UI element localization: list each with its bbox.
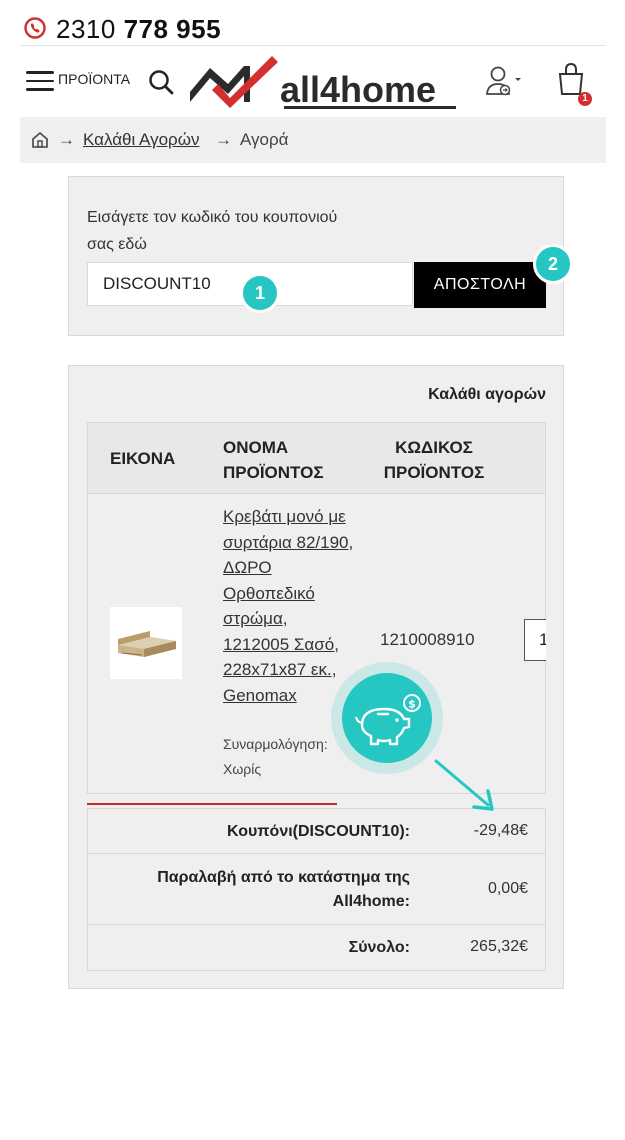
total-label: Παραλαβή από το κατάστημα της All4home: bbox=[157, 869, 410, 910]
piggy-bank-icon: $ bbox=[342, 673, 432, 763]
total-value: 0,00€ bbox=[487, 880, 528, 897]
total-label: Κουπόνι(DISCOUNT10): bbox=[227, 823, 410, 840]
phone-bar: 2310 778 955 bbox=[20, 13, 606, 46]
attr-value: Χωρίς bbox=[223, 761, 262, 777]
cart-table: ΕΙΚΟΝΑ ΟΝΟΜΑ ΠΡΟΪΟΝΤΟΣ ΚΩΔΙΚΟΣ ΠΡΟΪΟΝΤΟΣ… bbox=[87, 422, 546, 795]
cart-panel: Καλάθι αγορών ΕΙΚΟΝΑ ΟΝΟΜΑ ΠΡΟΪΟΝΤΟΣ ΚΩΔ… bbox=[68, 365, 564, 989]
step-badge-2: 2 bbox=[533, 244, 573, 284]
total-row-sum: Σύνολο: 265,32€ bbox=[87, 925, 546, 971]
cart-title: Καλάθι αγορών bbox=[428, 386, 546, 403]
total-row-pickup: Παραλαβή από το κατάστημα της All4home: … bbox=[87, 854, 546, 925]
coupon-label: Εισάγετε τον κωδικό του κουπονιού σας εδ… bbox=[87, 209, 338, 253]
site-header: ΠΡΟΪΟΝΤΑ all4home 1 bbox=[20, 46, 606, 116]
coupon-panel: Εισάγετε τον κωδικό του κουπονιού σας εδ… bbox=[68, 176, 564, 336]
total-label: Σύνολο: bbox=[348, 939, 410, 956]
breadcrumb: → Καλάθι Αγορών → Αγορά bbox=[20, 117, 606, 163]
breadcrumb-separator: → bbox=[58, 130, 75, 149]
phone-main: 778 955 bbox=[123, 14, 222, 44]
header-code: ΚΩΔΙΚΟΣ ΠΡΟΪΟΝΤΟΣ bbox=[383, 438, 485, 482]
step-badge-1: 1 bbox=[240, 273, 280, 313]
svg-text:$: $ bbox=[408, 698, 416, 711]
product-image[interactable] bbox=[110, 607, 182, 679]
total-value: 265,32€ bbox=[470, 938, 528, 955]
phone-number[interactable]: 2310 778 955 bbox=[56, 13, 221, 45]
cart-count-badge: 1 bbox=[578, 92, 592, 106]
total-value: -29,48€ bbox=[473, 822, 528, 839]
coupon-submit-button[interactable]: ΑΠΟΣΤΟΛΗ bbox=[414, 262, 546, 308]
search-icon[interactable] bbox=[147, 68, 175, 96]
breadcrumb-cart-link[interactable]: Καλάθι Αγορών bbox=[83, 130, 199, 150]
page: 2310 778 955 ΠΡΟΪΟΝΤΑ all4home 1 → Καλάθ… bbox=[20, 13, 606, 996]
product-code: 1210008910 bbox=[380, 630, 475, 649]
header-name: ΟΝΟΜΑ ΠΡΟΪΟΝΤΟΣ bbox=[223, 438, 324, 482]
table-row: Κρεβάτι μονό με συρτάρια 82/190, ΔΩΡΟ Ορ… bbox=[87, 494, 546, 794]
product-name-link[interactable]: Κρεβάτι μονό με συρτάρια 82/190, ΔΩΡΟ Ορ… bbox=[223, 504, 358, 708]
table-header: ΕΙΚΟΝΑ ΟΝΟΜΑ ΠΡΟΪΟΝΤΟΣ ΚΩΔΙΚΟΣ ΠΡΟΪΟΝΤΟΣ bbox=[87, 422, 546, 494]
user-icon[interactable] bbox=[485, 64, 521, 98]
quantity-input[interactable]: 1 bbox=[524, 619, 546, 661]
logo[interactable]: all4home bbox=[188, 54, 458, 112]
arrow-icon bbox=[434, 759, 494, 811]
breadcrumb-separator: → bbox=[215, 130, 232, 149]
phone-icon[interactable] bbox=[24, 17, 46, 39]
header-image: ΕΙΚΟΝΑ bbox=[110, 449, 176, 468]
scroll-indicator[interactable] bbox=[87, 803, 337, 805]
totals-table: Κουπόνι(DISCOUNT10): -29,48€ Παραλαβή απ… bbox=[87, 808, 546, 971]
menu-label[interactable]: ΠΡΟΪΟΝΤΑ bbox=[58, 71, 130, 87]
breadcrumb-current: Αγορά bbox=[240, 130, 289, 149]
menu-icon[interactable] bbox=[26, 71, 54, 91]
phone-prefix: 2310 bbox=[56, 14, 116, 44]
home-icon[interactable] bbox=[31, 131, 49, 149]
logo-text: all4home bbox=[280, 69, 436, 110]
